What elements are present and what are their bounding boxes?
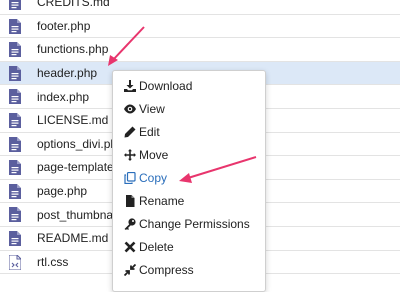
key-icon [124, 218, 136, 230]
file-row[interactable]: functions.php [0, 38, 400, 62]
menu-item-change-permissions[interactable]: Change Permissions [124, 215, 250, 233]
menu-item-label: Rename [139, 194, 185, 208]
menu-item-rename[interactable]: Rename [124, 192, 184, 210]
file-icon [9, 207, 21, 223]
file-name: LICENSE.md [37, 113, 109, 128]
close-icon [124, 241, 136, 253]
file-icon [9, 160, 21, 176]
file-name: index.php [37, 89, 90, 104]
css-file-icon [9, 254, 21, 270]
menu-item-label: Copy [139, 171, 168, 185]
menu-item-compress[interactable]: Compress [124, 261, 194, 279]
menu-item-label: Edit [139, 125, 160, 139]
menu-item-delete[interactable]: Delete [124, 238, 174, 256]
file-name: post_thumbnai [37, 207, 113, 222]
menu-item-move[interactable]: Move [124, 146, 168, 164]
file-icon [9, 65, 21, 81]
copy-icon [124, 172, 136, 184]
file-icon [9, 183, 21, 199]
file-name: page.php [37, 184, 88, 199]
context-menu: Download View Edit Move Copy Rename Chan… [112, 70, 266, 292]
menu-item-copy[interactable]: Copy [124, 169, 167, 187]
menu-item-view[interactable]: View [124, 100, 165, 118]
file-name: footer.php [37, 18, 91, 33]
move-icon [124, 149, 136, 161]
file-icon [9, 18, 21, 34]
menu-item-label: Delete [139, 240, 174, 254]
menu-item-label: View [139, 102, 165, 116]
menu-item-edit[interactable]: Edit [124, 123, 160, 141]
menu-item-label: Compress [139, 263, 194, 277]
file-icon [9, 112, 21, 128]
file-icon [9, 42, 21, 58]
file-icon [126, 195, 135, 207]
compress-icon [124, 264, 136, 276]
file-name: options_divi.ph [37, 136, 113, 151]
file-icon [9, 89, 21, 105]
menu-item-label: Download [139, 79, 193, 93]
file-name: README.md [37, 231, 109, 246]
download-icon [124, 80, 136, 92]
file-row[interactable]: CREDITS.md [0, 0, 400, 15]
file-name: CREDITS.md [37, 0, 110, 10]
file-row[interactable]: footer.php [0, 15, 400, 39]
file-name: rtl.css [37, 254, 69, 269]
file-icon [9, 230, 21, 246]
pencil-icon [124, 126, 136, 138]
file-name: functions.php [37, 42, 109, 57]
file-icon [9, 136, 21, 152]
file-name: header.php [37, 66, 98, 81]
menu-item-download[interactable]: Download [124, 77, 192, 95]
menu-item-label: Change Permissions [139, 217, 250, 231]
eye-icon [124, 104, 136, 114]
menu-item-label: Move [139, 148, 169, 162]
file-icon [9, 0, 21, 10]
file-name: page-template [37, 160, 113, 175]
